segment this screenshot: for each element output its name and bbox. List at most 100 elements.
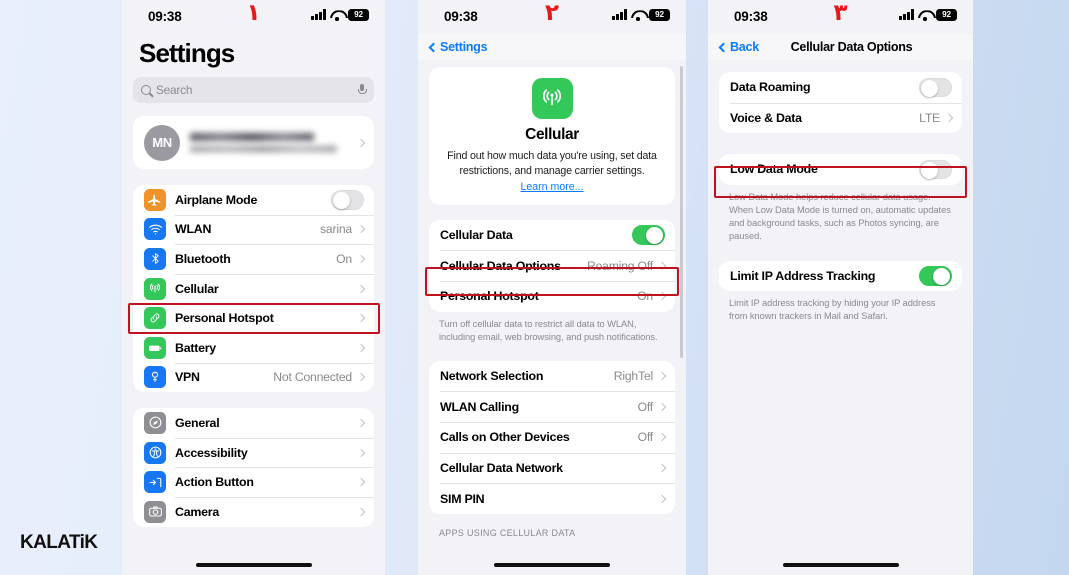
back-button[interactable]: Settings [428, 40, 488, 54]
status-time: 09:38 [734, 9, 768, 24]
cellular-icon [531, 78, 573, 119]
annotation-step-1: ۱ [246, 0, 261, 26]
list-item[interactable]: Accessibility [133, 437, 374, 468]
list-item[interactable]: Camera [133, 496, 374, 527]
status-indicators: 92 [899, 9, 957, 21]
list-item-label: Cellular Data Network [440, 460, 563, 475]
list-item-label: Action Button [175, 475, 254, 490]
battery-icon [144, 336, 166, 359]
learn-more-link[interactable]: Learn more... [443, 181, 661, 193]
chevron-right-icon [657, 433, 667, 442]
status-indicators: 92 [311, 9, 369, 21]
list-item-label: General [175, 415, 220, 430]
status-indicators: 92 [612, 9, 670, 21]
chevron-right-icon [356, 225, 366, 234]
list-item-label: Camera [175, 504, 219, 519]
search-placeholder: Search [156, 83, 193, 97]
list-item[interactable]: Airplane Mode [133, 185, 374, 215]
chevron-right-icon [356, 254, 366, 264]
list-item[interactable]: Bluetooth On [133, 244, 374, 274]
list-item[interactable]: WLAN Calling Off [429, 391, 675, 422]
list-item-label: Cellular Data [440, 228, 513, 243]
chevron-right-icon [657, 494, 667, 503]
nav-bar: Back Cellular Data Options [708, 34, 973, 60]
status-bar: 09:38 ۳ 92 [708, 0, 973, 34]
toggle-switch[interactable] [919, 159, 952, 180]
list-item-label: Personal Hotspot [440, 289, 539, 304]
toggle-switch[interactable] [919, 77, 952, 98]
microphone-icon[interactable] [358, 84, 368, 96]
list-item[interactable]: Battery [133, 332, 374, 363]
cellular-scroll-area[interactable]: Cellular Find out how much data you're u… [418, 60, 686, 575]
list-item-label: Voice & Data [730, 110, 802, 125]
bluetooth-icon [144, 247, 166, 270]
list-item[interactable]: Calls on Other Devices Off [429, 422, 675, 453]
cellular-settings-group: Network Selection RighTel WLAN Calling Off C… [429, 360, 675, 514]
camera-icon [144, 500, 166, 523]
list-item[interactable]: Cellular [133, 273, 374, 304]
annotation-step-2: ۲ [544, 0, 560, 26]
settings-group-connectivity: Airplane Mode WLAN sarina Bluetooth On Cellul… [133, 185, 374, 393]
list-item[interactable]: WLAN sarina [133, 214, 374, 245]
wifi-icon [144, 218, 166, 241]
cellular-bars-icon [899, 9, 914, 21]
list-item[interactable]: Cellular Data [429, 220, 675, 251]
list-item[interactable]: Personal Hotspot [133, 303, 374, 333]
toggle-switch[interactable] [632, 225, 665, 245]
hotspot-icon [144, 307, 166, 330]
list-item-label: Calls on Other Devices [440, 430, 570, 445]
low-data-mode-footnote: Low Data Mode helps reduce cellular data… [729, 191, 951, 242]
list-item[interactable]: Voice & Data LTE [719, 102, 962, 134]
list-item[interactable]: Cellular Data Network [429, 452, 675, 484]
list-item[interactable]: General [133, 408, 374, 438]
home-indicator [782, 562, 899, 567]
chevron-right-icon [657, 371, 667, 381]
cellular-hero-card: Cellular Find out how much data you're u… [429, 67, 675, 205]
status-time: 09:38 [444, 9, 478, 24]
chevron-right-icon [944, 113, 954, 123]
list-item[interactable]: Action Button [133, 467, 374, 497]
list-item[interactable]: Low Data Mode [719, 154, 962, 185]
chevron-right-icon [356, 418, 366, 428]
list-item-label: Data Roaming [730, 80, 811, 95]
profile-name-redacted [190, 133, 357, 152]
phone-panel-cellular-data-options: 09:38 ۳ 92 Back Cellular Data Options Da… [708, 0, 973, 575]
list-item-label: SIM PIN [440, 491, 485, 506]
chevron-right-icon [657, 463, 667, 473]
list-item[interactable]: Data Roaming [719, 72, 962, 103]
list-item[interactable]: VPN Not Connected [133, 362, 374, 393]
list-item-value: LTE [919, 110, 940, 125]
back-button-label: Settings [440, 40, 488, 54]
chevron-right-icon [356, 477, 366, 487]
limit-ip-tracking-footnote: Limit IP address tracking by hiding your… [729, 298, 936, 322]
list-item[interactable]: SIM PIN [429, 483, 675, 514]
toggle-switch[interactable] [919, 266, 952, 286]
list-item-value: On [637, 289, 653, 304]
apps-using-cellular-data-header: APPS USING CELLULAR DATA [439, 527, 576, 538]
toggle-switch[interactable] [331, 190, 364, 210]
battery-icon: 92 [936, 9, 957, 21]
list-item-value: Off [637, 430, 654, 445]
battery-icon: 92 [348, 9, 369, 21]
status-time: 09:38 [148, 9, 182, 24]
options-scroll-area[interactable]: Data Roaming Voice & Data LTE Low Data Mod… [708, 60, 973, 575]
apple-id-profile-row[interactable]: MN [133, 116, 374, 169]
page-title: Cellular Data Options [790, 40, 913, 54]
scrollbar[interactable] [680, 66, 683, 358]
search-input[interactable]: Search [133, 77, 374, 103]
airplane-icon [144, 188, 166, 211]
list-item[interactable]: Network Selection RighTel [429, 361, 675, 392]
phone-panel-settings: 09:38 ۱ 92 Settings Search MN Airplane M… [122, 0, 385, 575]
wifi-icon [631, 9, 645, 21]
low-data-mode-group: Low Data Mode [719, 154, 962, 185]
list-item[interactable]: Cellular Data Options Roaming Off [429, 250, 675, 281]
list-item-value: RighTel [613, 369, 653, 384]
list-item-label: Personal Hotspot [175, 311, 274, 326]
cellular-icon [144, 277, 166, 300]
list-item[interactable]: Personal Hotspot On [429, 280, 675, 312]
list-item-label: WLAN [175, 222, 212, 237]
list-item[interactable]: Limit IP Address Tracking [719, 261, 962, 292]
status-bar: 09:38 ۲ 92 [418, 0, 686, 34]
cellular-bars-icon [612, 9, 627, 21]
settings-scroll-area[interactable]: Settings Search MN Airplane Mode WLAN sari… [122, 34, 385, 575]
